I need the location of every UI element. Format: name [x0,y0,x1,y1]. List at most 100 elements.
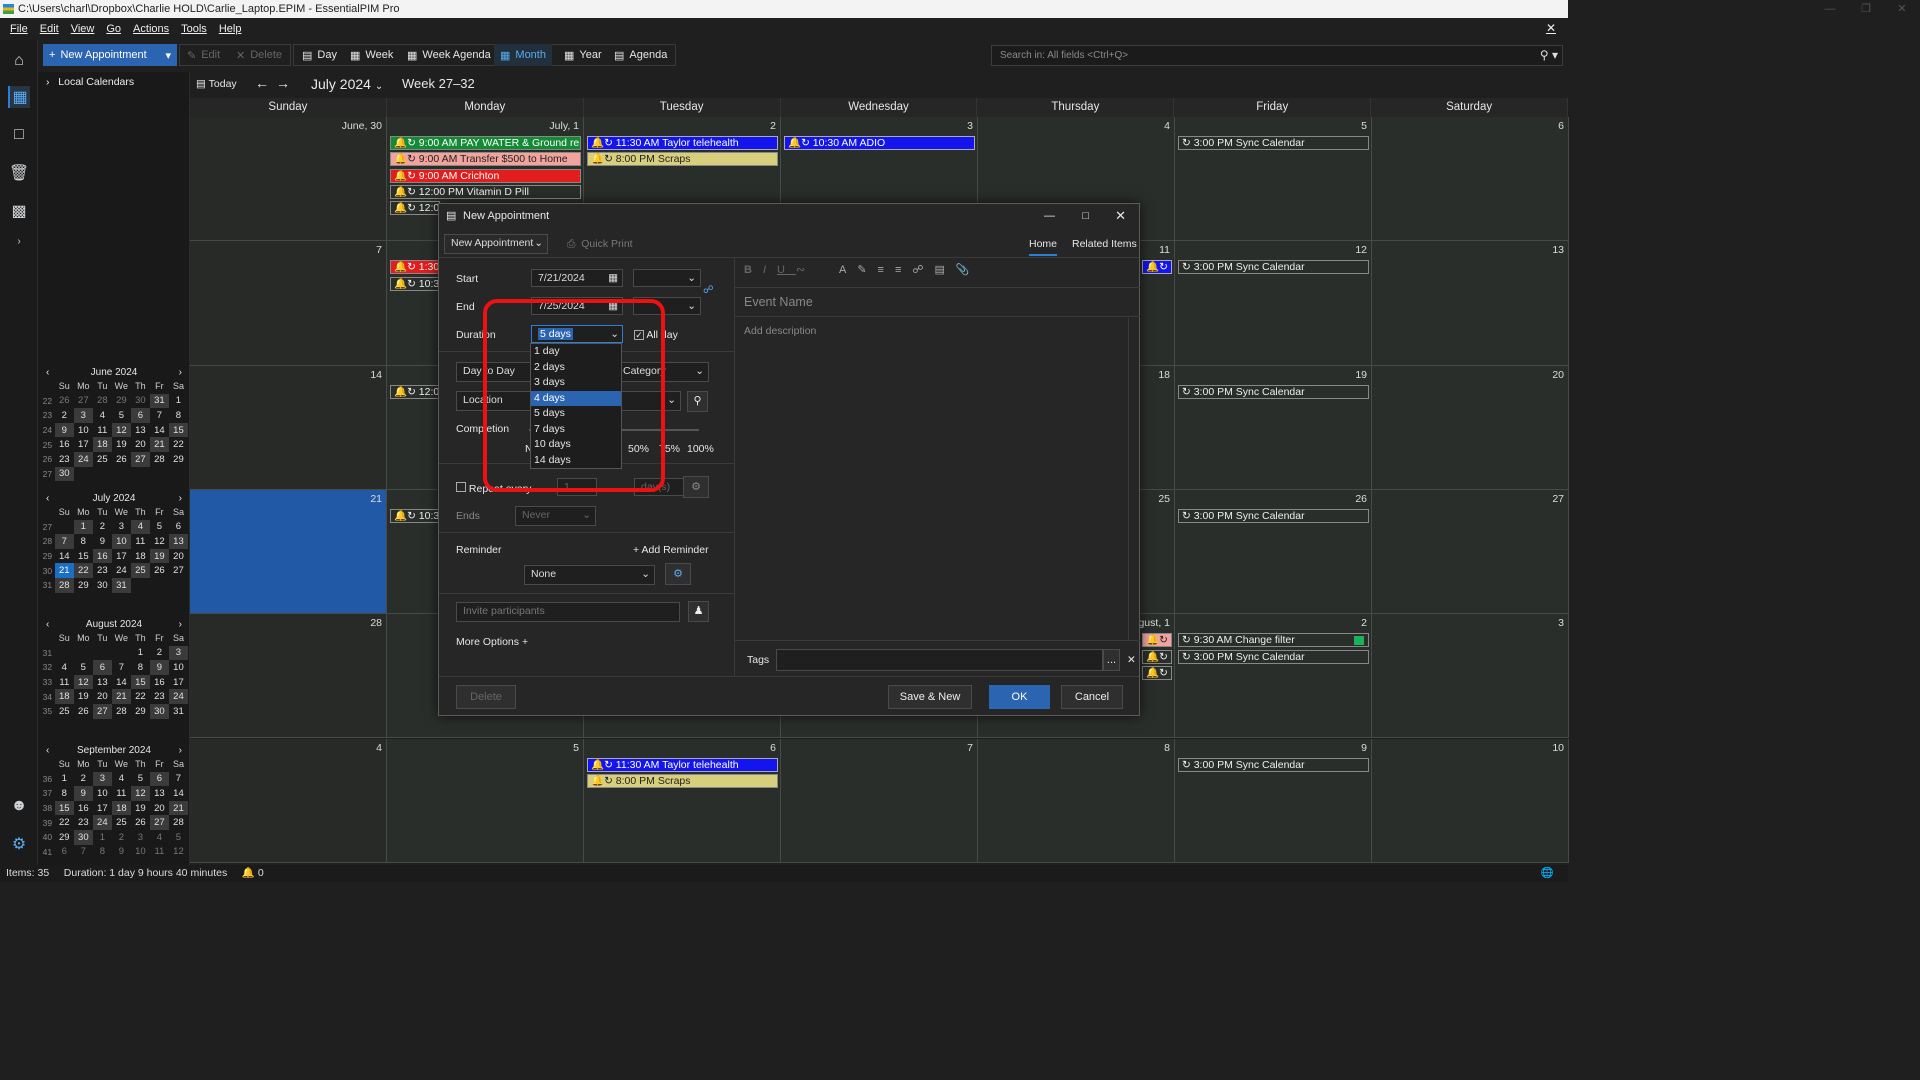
week-agenda-button[interactable]: ▦ Week Agenda [401,44,497,66]
mini-day[interactable]: 23 [55,452,74,467]
mini-day[interactable] [169,578,188,593]
format-toolbar[interactable]: BIU∾ [744,263,816,276]
event-item[interactable]: 🔔↻ 9:00 AM Crichton [390,168,581,183]
event-item[interactable]: 🔔↻ 10:30 PM [390,508,440,523]
event-item[interactable]: 🔔↻ 11:30 AM Taylor telehealth [587,136,778,150]
menu-file[interactable]: File [4,23,34,35]
mini-next-icon[interactable]: › [179,745,182,756]
mini-day[interactable]: 6 [149,771,169,787]
mini-day[interactable]: 9 [54,422,74,438]
mini-day[interactable]: 29 [55,830,74,845]
mini-day[interactable]: 27 [92,703,112,719]
event-item[interactable]: 🔔↻ [1142,649,1172,664]
mini-day[interactable]: 6 [55,845,74,860]
mini-day[interactable]: 9 [112,845,131,860]
mini-day[interactable]: 8 [93,845,112,860]
new-appointment-button[interactable]: + New Appointment ▾ [43,44,177,66]
agenda-view-button[interactable]: ▤ Agenda [608,44,673,66]
mini-day[interactable]: 8 [169,408,188,423]
event-item[interactable]: ↻ 3:00 PM Sync Calendar [1178,136,1369,150]
day-cell[interactable]: 28 [190,614,387,739]
mini-day[interactable] [93,646,112,661]
mini-day[interactable]: 16 [150,675,169,690]
format-toolbar-icons[interactable]: A✎≡≡☍▤📎 [839,263,981,276]
mini-day[interactable]: 19 [131,801,150,816]
item-type-select[interactable]: New Appointment ⌄ [444,234,548,254]
day-cell[interactable]: 3 [1372,614,1569,739]
event-item[interactable]: 🔔↻ 12:00 PM Vitamin D Pill [390,184,581,199]
search-icon[interactable]: ⚲ ▾ [1540,46,1558,65]
mini-day[interactable]: 7 [54,534,74,549]
mini-day[interactable] [150,467,169,482]
settings-gear-icon[interactable]: ⚙ [8,833,30,855]
add-reminder-button[interactable]: + Add Reminder [633,544,709,556]
mini-day[interactable]: 3 [92,771,112,787]
tab-related-items[interactable]: Related Items [1072,238,1137,250]
mini-day[interactable]: 23 [74,815,93,830]
chevron-down-icon[interactable]: ▾ [165,49,171,62]
mini-day[interactable]: 11 [150,845,169,860]
mini-day[interactable]: 4 [150,830,169,845]
mini-day[interactable]: 7 [150,408,169,423]
mini-day[interactable]: 8 [74,534,93,549]
mini-day[interactable]: 24 [112,563,131,578]
mini-day[interactable]: 22 [131,689,150,704]
mini-day[interactable]: 8 [131,660,150,675]
mini-day[interactable]: 3 [168,645,188,661]
description-scrollbar[interactable] [1128,318,1139,640]
mini-day[interactable]: 20 [150,801,169,816]
delete-button[interactable]: ✕ Delete [230,44,288,66]
minimize-button[interactable]: — [1812,0,1848,18]
mini-day[interactable]: 4 [93,408,112,423]
mini-day[interactable]: 31 [111,577,131,593]
mini-day[interactable]: 21 [111,689,131,704]
mini-day[interactable]: 9 [93,534,112,549]
mini-day[interactable]: 1 [93,830,112,845]
mini-day[interactable]: 2 [74,772,93,787]
mini-day[interactable]: 17 [169,675,188,690]
event-item[interactable]: ↻ 9:30 AM Change filter [1178,633,1369,648]
mini-day[interactable]: 22 [73,563,93,578]
mini-next-icon[interactable]: › [179,493,182,504]
event-item[interactable]: 🔔↻ 10:30 AM ADIO [784,136,975,150]
mini-day[interactable]: 14 [150,423,169,438]
mini-next-icon[interactable]: › [179,367,182,378]
mini-day[interactable]: 26 [131,815,150,830]
mini-day[interactable]: 12 [130,786,150,801]
mini-day[interactable]: 28 [112,704,131,719]
next-arrow-icon[interactable]: → [276,75,290,91]
home-icon[interactable]: ⌂ [8,50,30,72]
repeat-settings-gear-icon[interactable]: ⚙ [683,476,709,498]
search-input[interactable]: Search in: All fields <Ctrl+Q> ⚲ ▾ [991,45,1563,66]
start-time-field[interactable]: ⌄ [633,269,701,287]
mini-day[interactable]: 16 [74,801,93,816]
mini-day[interactable]: 25 [112,815,131,830]
mini-day[interactable] [74,646,93,661]
menu-actions[interactable]: Actions [127,23,175,35]
globe-icon[interactable]: 🌐 [1541,865,1554,882]
day-cell[interactable]: 10 [1372,738,1569,863]
mini-day[interactable]: 27 [149,815,169,830]
month-selector[interactable]: July 2024 ⌄ [311,76,383,92]
calendar-icon[interactable]: ▦ [8,86,30,108]
mini-day[interactable] [112,467,131,482]
mini-prev-icon[interactable]: ‹ [46,493,49,504]
today-button[interactable]: ▤ Today [196,78,237,90]
map-pin-icon[interactable]: ⚲ [687,391,708,412]
description-textarea[interactable]: Add description [744,325,816,337]
event-item[interactable]: 🔔↻ 10:30 PM [390,276,440,291]
mini-day[interactable]: 7 [74,845,93,860]
mini-day[interactable]: 18 [92,437,112,452]
mini-day[interactable]: 15 [168,422,188,438]
dialog-maximize-button[interactable]: □ [1082,204,1089,228]
mini-day[interactable]: 10 [74,423,93,438]
mini-day[interactable]: 18 [131,549,150,564]
edit-button[interactable]: ✎ Edit [181,44,226,66]
reminder-select[interactable]: None ⌄ [524,565,655,585]
mini-day[interactable] [74,467,93,482]
mini-day[interactable]: 10 [111,534,131,549]
link-icon[interactable]: ☍ [703,284,714,296]
mini-day[interactable]: 28 [93,394,112,409]
mini-day[interactable]: 27 [74,394,93,409]
mini-day[interactable]: 20 [93,689,112,704]
